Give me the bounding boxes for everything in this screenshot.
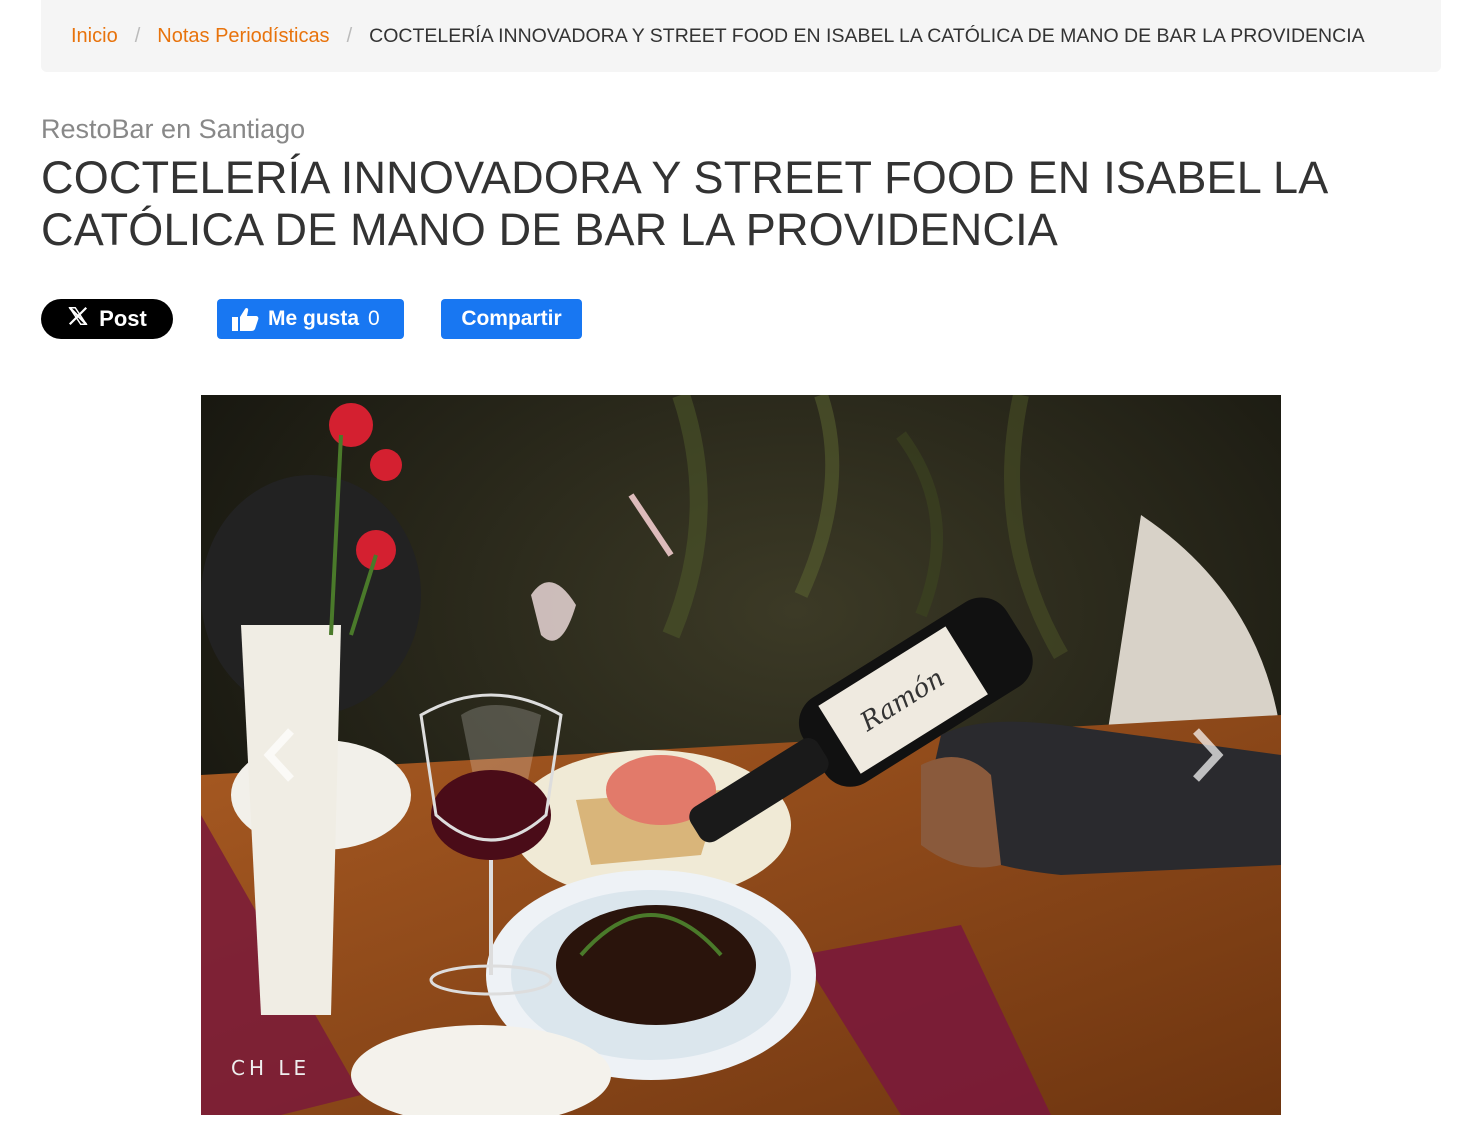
- article-title: COCTELERÍA INNOVADORA Y STREET FOOD EN I…: [41, 152, 1326, 255]
- article-category: RestoBar en Santiago: [41, 114, 306, 144]
- breadcrumb-separator: /: [346, 24, 353, 47]
- chevron-right-icon: [1188, 727, 1224, 783]
- facebook-share-button[interactable]: Compartir: [441, 299, 582, 339]
- breadcrumb-inicio-link[interactable]: Inicio: [71, 25, 118, 48]
- x-post-button[interactable]: Post: [41, 299, 173, 339]
- facebook-like-button[interactable]: Me gusta 0: [217, 299, 404, 339]
- breadcrumb-current: COCTELERÍA INNOVADORA Y STREET FOOD EN I…: [369, 24, 1365, 47]
- like-label: Me gusta: [268, 307, 360, 330]
- like-count: 0: [368, 307, 380, 330]
- image-carousel[interactable]: Ramón CH LE: [201, 395, 1281, 1115]
- thumbs-up-icon: [232, 307, 259, 331]
- breadcrumb: Inicio / Notas Periodísticas / COCTELERÍ…: [41, 0, 1441, 72]
- chevron-left-icon: [263, 727, 299, 783]
- x-logo-icon: [67, 305, 89, 333]
- carousel-next-button[interactable]: [1176, 720, 1236, 790]
- photo-watermark: CH LE: [231, 1056, 310, 1080]
- x-post-label: Post: [99, 306, 147, 331]
- breadcrumb-notas-link[interactable]: Notas Periodísticas: [157, 25, 329, 48]
- carousel-prev-button[interactable]: [251, 720, 311, 790]
- restaurant-table-photo: Ramón CH LE: [201, 395, 1281, 1115]
- breadcrumb-separator: /: [134, 24, 141, 47]
